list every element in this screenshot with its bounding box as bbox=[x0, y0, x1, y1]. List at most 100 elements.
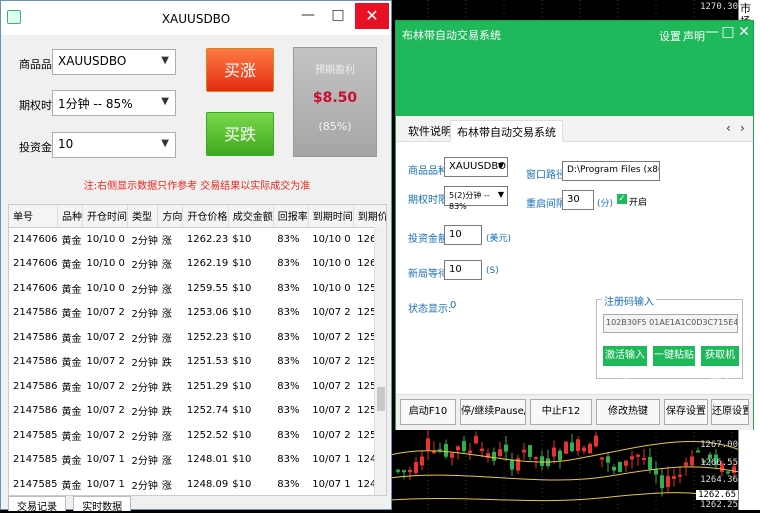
candle-body bbox=[684, 462, 688, 466]
period-select[interactable]: 5(2)分钟 -- 83% ▼ bbox=[444, 186, 508, 211]
candle-body bbox=[444, 444, 448, 457]
wait-value: 10 bbox=[449, 264, 462, 275]
activate-input-button[interactable]: 激活输入框 bbox=[603, 346, 647, 381]
table-cell: 2147586 bbox=[13, 380, 58, 392]
column-header[interactable]: 到期时间 bbox=[308, 205, 354, 228]
column-header[interactable]: 开仓价格 bbox=[182, 205, 229, 228]
vertical-scrollbar[interactable] bbox=[374, 227, 386, 495]
table-cell: 涨 bbox=[161, 480, 172, 492]
table-cell: 2147585 bbox=[13, 429, 58, 441]
table-row[interactable]: 2147586 黄金 10/07 2 2分钟涨 1252.23 $10 83% 10/07 2… bbox=[9, 325, 386, 350]
scrollbar-thumb[interactable] bbox=[377, 387, 385, 411]
table-row[interactable]: 2147606 黄金 10/10 0 2分钟涨 1262.23 $10 83% 10/10 0… bbox=[9, 227, 386, 252]
period-value: 1分钟 -- 85% bbox=[58, 97, 133, 111]
get-machine-code-button[interactable]: 获取机器码 bbox=[701, 346, 739, 381]
table-row[interactable]: 2147606 黄金 10/10 0 2分钟涨 1259.55 $10 83% 10/10 0… bbox=[9, 276, 386, 301]
title-bar[interactable]: XAUUSDBO — □ ✕ bbox=[1, 1, 391, 35]
table-cell: 黄金 bbox=[61, 456, 82, 468]
about-menu[interactable]: 声明 bbox=[683, 28, 705, 44]
table-cell: 1251.53 bbox=[186, 356, 229, 368]
table-cell: 2分钟 bbox=[131, 407, 158, 419]
column-header[interactable]: 单号 bbox=[9, 205, 59, 228]
close-button[interactable]: ✕ bbox=[355, 3, 389, 29]
tab-realtime-data[interactable]: 实时数据 bbox=[73, 496, 132, 513]
product-select[interactable]: XAUUSDBO ▼ bbox=[444, 157, 508, 177]
table-cell: 1259.55 bbox=[186, 282, 229, 294]
column-header[interactable]: 回报率 bbox=[273, 205, 309, 228]
pause-button[interactable]: 停/继续Pause/Break bbox=[460, 399, 526, 425]
product-select[interactable]: XAUUSDBO ▼ bbox=[52, 49, 176, 75]
maximize-button[interactable]: □ bbox=[720, 24, 736, 40]
restore-settings-button[interactable]: 还原设置 bbox=[711, 399, 749, 425]
column-header[interactable]: 成交金额 bbox=[228, 205, 274, 228]
settings-menu[interactable]: 设置 bbox=[659, 28, 681, 44]
interval-input[interactable]: 30 bbox=[562, 190, 594, 210]
minimize-button[interactable]: — bbox=[704, 24, 720, 40]
stop-button[interactable]: 中止F12 bbox=[530, 399, 592, 425]
candle-body bbox=[426, 438, 430, 451]
table-row[interactable]: 2147586 黄金 10/07 2 2分钟跌 1252.74 $10 83% 10/07 2… bbox=[9, 399, 386, 424]
table-cell: 10/07 2 bbox=[312, 331, 351, 343]
close-button[interactable]: ✕ bbox=[736, 24, 752, 40]
candle-body bbox=[408, 469, 412, 473]
table-cell: 1252.52 bbox=[186, 429, 229, 441]
period-select[interactable]: 1分钟 -- 85% ▼ bbox=[52, 90, 176, 116]
amount-input[interactable]: 10 bbox=[444, 225, 482, 245]
paste-button[interactable]: 一键粘贴 bbox=[653, 346, 695, 366]
save-settings-button[interactable]: 保存设置 bbox=[664, 399, 708, 425]
table-cell: 2147606 bbox=[13, 258, 58, 270]
profit-value: $8.50 bbox=[312, 90, 358, 106]
restart-checkbox[interactable]: ✓ bbox=[617, 194, 627, 204]
table-cell: 10/07 1 bbox=[312, 454, 351, 466]
candle-body bbox=[474, 436, 478, 444]
candle-body bbox=[492, 452, 496, 461]
table-row[interactable]: 2147585 黄金 10/07 1 2分钟涨 1248.01 $10 83% 10/07 1… bbox=[9, 448, 386, 473]
price-axis-label: 1266.55 bbox=[700, 458, 738, 468]
table-cell: 跌 bbox=[161, 382, 172, 394]
table-row[interactable]: 2147586 黄金 10/07 2 2分钟涨 1253.06 $10 83% 10/07 2… bbox=[9, 301, 386, 326]
wait-input[interactable]: 10 bbox=[444, 260, 482, 280]
table-row[interactable]: 2147585 黄金 10/07 1 2分钟涨 1248.09 $10 83% 10/07 1… bbox=[9, 472, 386, 495]
candle-body bbox=[654, 469, 658, 475]
table-cell: 83% bbox=[277, 282, 300, 294]
hotkey-button[interactable]: 修改热键 bbox=[596, 399, 660, 425]
minimize-button[interactable]: — bbox=[295, 5, 321, 27]
table-cell: 1248.01 bbox=[186, 454, 229, 466]
tab-scroll-left-icon[interactable]: ‹ bbox=[726, 121, 731, 135]
table-row[interactable]: 2147585 黄金 10/07 2 2分钟涨 1252.52 $10 83% 10/07 2… bbox=[9, 423, 386, 448]
table-cell: 1248.09 bbox=[186, 478, 229, 490]
tab-trade-records[interactable]: 交易记录 bbox=[8, 496, 66, 513]
path-value: D:\Program Files (x86)\Trust bbox=[567, 165, 659, 175]
table-cell: $10 bbox=[232, 356, 252, 368]
tab-scroll-right-icon[interactable]: › bbox=[740, 121, 745, 135]
column-header[interactable]: 到期价格 bbox=[353, 205, 386, 228]
buy-down-button[interactable]: 买跌 bbox=[206, 112, 274, 156]
column-header[interactable]: 品种 bbox=[57, 205, 84, 228]
table-cell: 2147585 bbox=[13, 454, 58, 466]
start-button[interactable]: 启动F10 bbox=[400, 399, 456, 425]
table-cell: 1252.23 bbox=[186, 331, 229, 343]
table-cell: 2分钟 bbox=[131, 333, 158, 345]
amount-select[interactable]: 10 ▼ bbox=[52, 132, 176, 158]
tab-system[interactable]: 布林带自动交易系统 bbox=[450, 120, 563, 142]
table-cell: 83% bbox=[277, 307, 300, 319]
column-header[interactable]: 类型 bbox=[127, 205, 159, 228]
bollinger-band-line bbox=[390, 466, 741, 481]
column-header[interactable]: 开仓时间 bbox=[82, 205, 129, 228]
action-bar: 启动F10 停/继续Pause/Break 中止F12 修改热键 保存设置 还原… bbox=[396, 394, 753, 430]
table-cell: 83% bbox=[277, 380, 300, 392]
candle-body bbox=[420, 456, 424, 466]
restart-check-label: 开启 bbox=[629, 198, 648, 208]
table-row[interactable]: 2147606 黄金 10/10 0 2分钟涨 1262.19 $10 83% 10/10 0… bbox=[9, 252, 386, 277]
column-header[interactable]: 方向 bbox=[157, 205, 184, 228]
table-row[interactable]: 2147586 黄金 10/07 2 2分钟跌 1251.53 $10 83% 10/07 2… bbox=[9, 350, 386, 375]
title-bar[interactable]: 布林带自动交易系统 设置 声明 — □ ✕ bbox=[396, 21, 753, 116]
maximize-button[interactable]: □ bbox=[325, 5, 351, 27]
table-cell: $10 bbox=[232, 429, 252, 441]
table-cell: $10 bbox=[232, 282, 252, 294]
registration-code-input[interactable]: 102B30F5 01AE1A1C0D3C715E48AFA11D06I bbox=[603, 314, 738, 333]
table-cell: 1262.23 bbox=[186, 234, 229, 245]
path-input[interactable]: D:\Program Files (x86)\Trust bbox=[562, 161, 660, 181]
buy-up-button[interactable]: 买涨 bbox=[206, 48, 274, 92]
table-row[interactable]: 2147586 黄金 10/07 2 2分钟跌 1251.29 $10 83% 10/07 2… bbox=[9, 374, 386, 399]
